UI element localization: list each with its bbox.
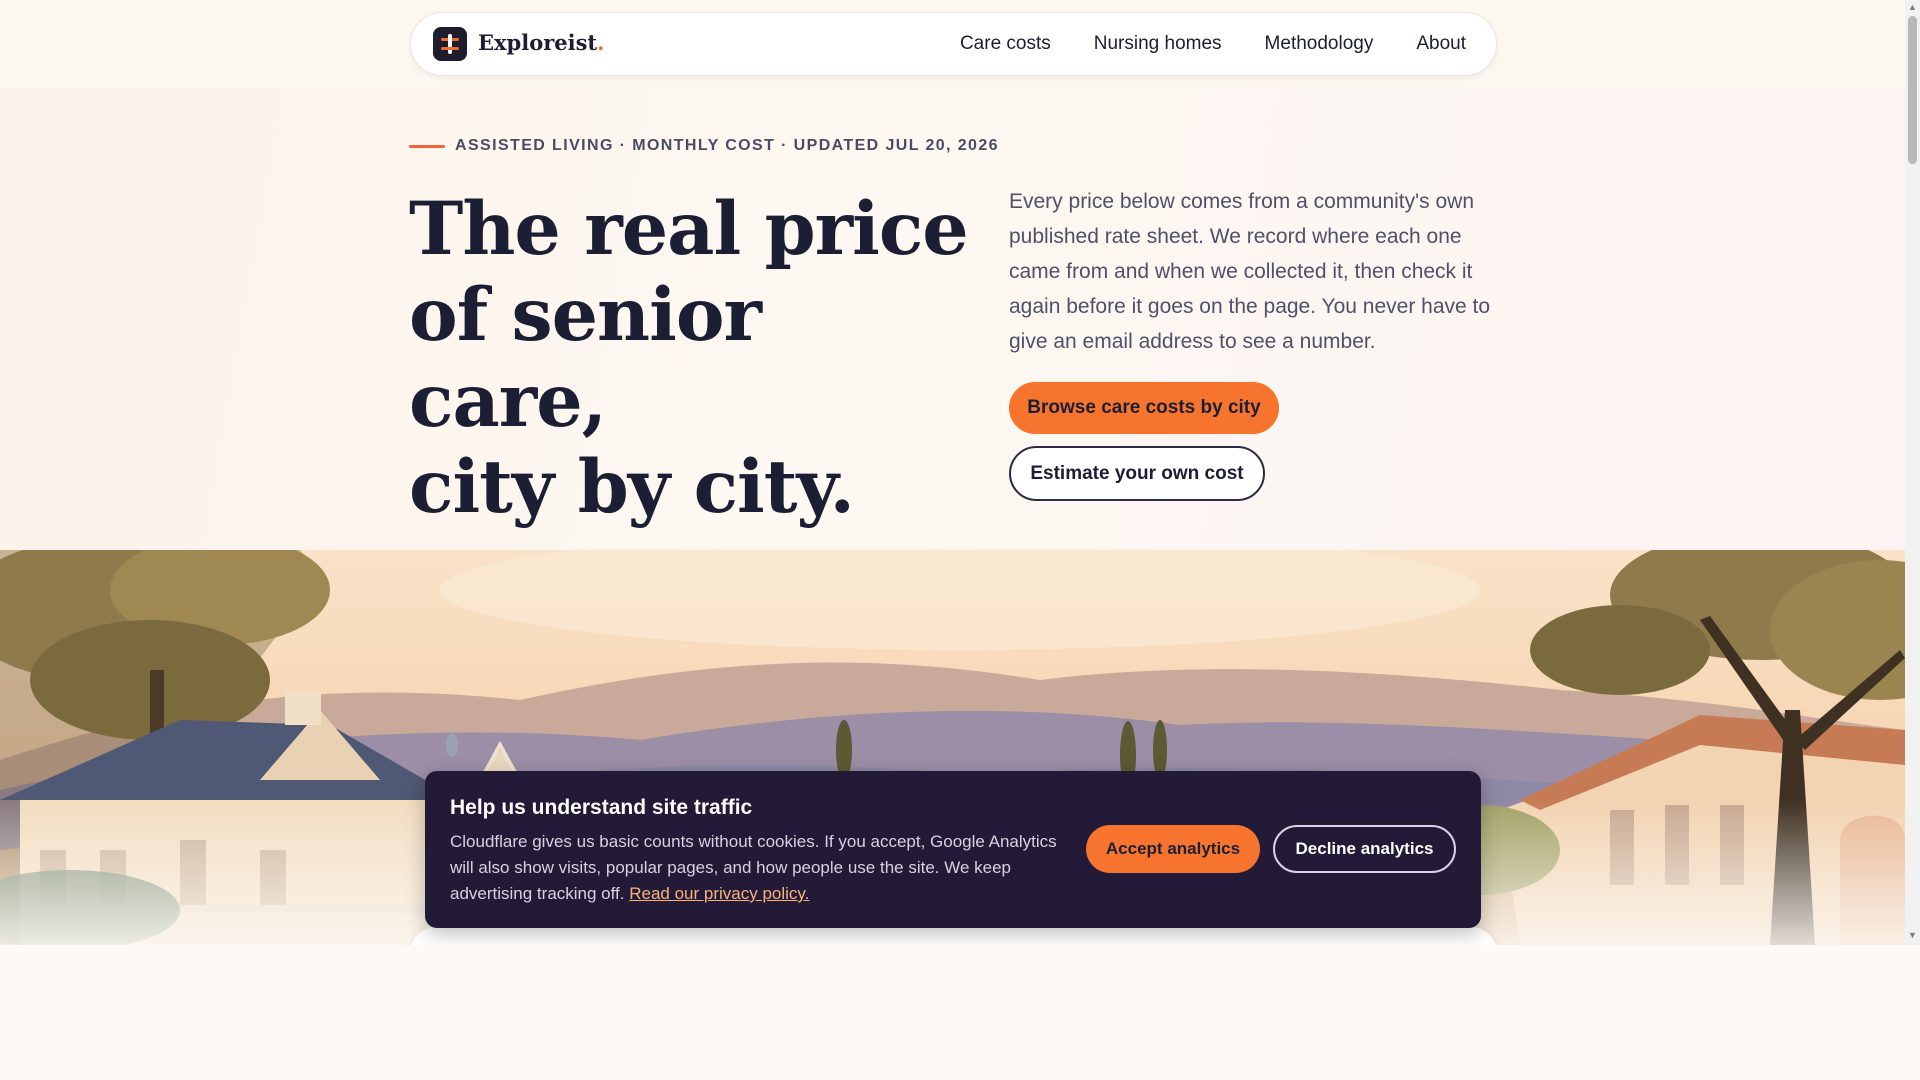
cookie-title: Help us understand site traffic <box>450 796 753 819</box>
eyebrow-accent-line <box>409 144 445 148</box>
decline-analytics-button[interactable]: Decline analytics <box>1273 825 1456 873</box>
page-viewport: Exploreist. Care costs Nursing homes Met… <box>0 0 1905 945</box>
navbar: Exploreist. Care costs Nursing homes Met… <box>410 12 1497 76</box>
brand-logo[interactable]: Exploreist. <box>478 30 604 55</box>
headline-line-2: of senior care, <box>409 272 762 444</box>
headline-line-1: The real price <box>409 186 969 272</box>
scrollbar-thumb[interactable] <box>1908 16 1917 164</box>
hero-section: ASSISTED LIVING · MONTHLY COST · UPDATED… <box>0 88 1905 550</box>
page-below-fold <box>0 945 1905 1080</box>
privacy-policy-link[interactable]: Read our privacy policy. <box>629 884 809 903</box>
scroll-up-icon[interactable]: ▲ <box>1908 2 1917 12</box>
brand-name: Exploreist <box>478 30 598 55</box>
estimate-cost-button[interactable]: Estimate your own cost <box>1009 446 1265 501</box>
brand-dot: . <box>597 30 605 55</box>
hero-intro: Every price below comes from a community… <box>1009 190 1491 353</box>
hero-eyebrow: ASSISTED LIVING · MONTHLY COST · UPDATED… <box>409 137 999 155</box>
nav-links: Care costs Nursing homes Methodology Abo… <box>960 33 1466 55</box>
cookie-body: Cloudflare gives us basic counts without… <box>450 829 1080 907</box>
hero-headline: The real price of senior care, city by c… <box>409 186 969 530</box>
logo-icon[interactable] <box>433 27 467 61</box>
scroll-down-icon[interactable]: ▼ <box>1908 930 1917 940</box>
eyebrow-text: ASSISTED LIVING · MONTHLY COST · UPDATED… <box>455 137 999 154</box>
cookie-banner: Help us understand site traffic Cloudfla… <box>425 771 1481 928</box>
nav-methodology[interactable]: Methodology <box>1265 33 1374 55</box>
browse-costs-button[interactable]: Browse care costs by city <box>1009 382 1279 434</box>
headline-line-3: city by city. <box>409 444 855 530</box>
site-header: Exploreist. Care costs Nursing homes Met… <box>0 0 1905 88</box>
nav-care-costs[interactable]: Care costs <box>960 33 1051 55</box>
accept-analytics-button[interactable]: Accept analytics <box>1086 825 1260 873</box>
content-card-top <box>410 927 1497 945</box>
nav-nursing-homes[interactable]: Nursing homes <box>1094 33 1222 55</box>
nav-about[interactable]: About <box>1416 33 1466 55</box>
vertical-scrollbar[interactable]: ▲ ▼ <box>1905 0 1920 945</box>
